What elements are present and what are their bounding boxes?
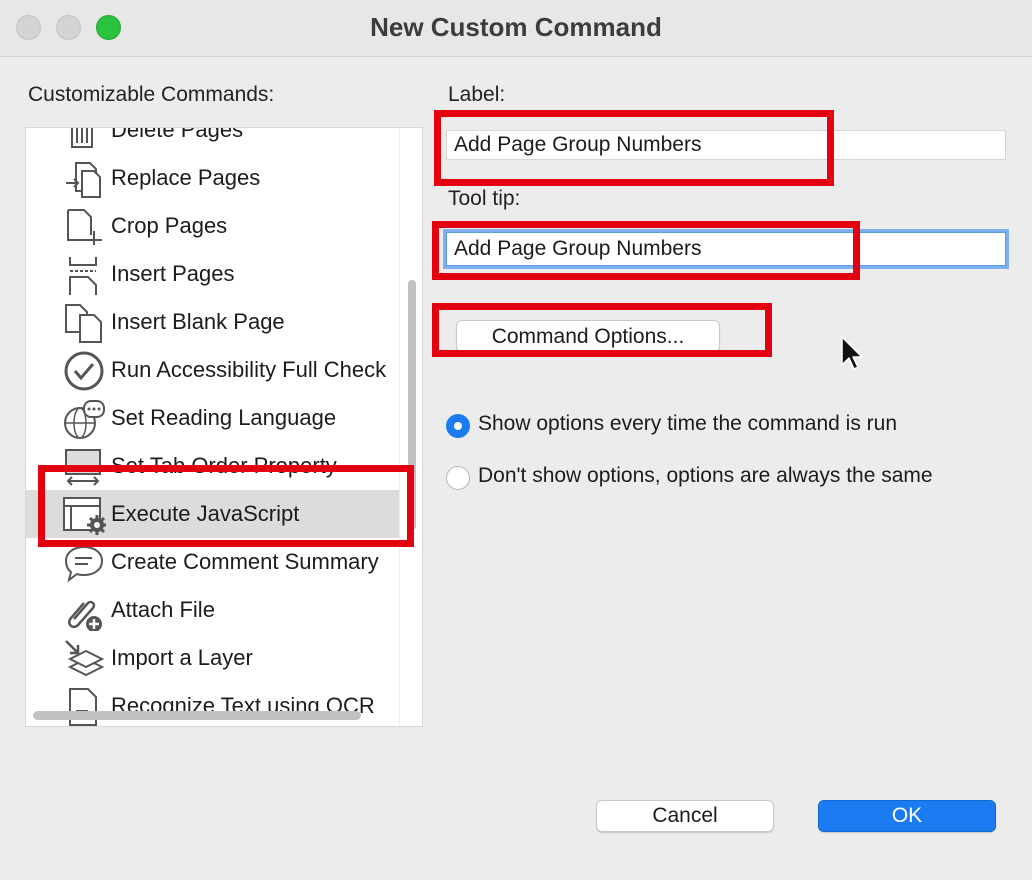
list-item-label: Insert Pages bbox=[111, 261, 235, 286]
list-item[interactable]: Create Comment Summary bbox=[26, 538, 402, 586]
label-heading: Label: bbox=[448, 83, 506, 106]
list-item-label: Replace Pages bbox=[111, 165, 261, 190]
insert-blank-page-icon bbox=[65, 304, 102, 343]
list-item-label: Import a Layer bbox=[111, 645, 253, 670]
list-item-label: Run Accessibility Full Check bbox=[111, 357, 387, 382]
vertical-scrollbar[interactable] bbox=[408, 280, 416, 530]
list-item[interactable]: Insert Blank Page bbox=[26, 298, 402, 346]
list-item[interactable]: Run Accessibility Full Check bbox=[26, 346, 402, 394]
radio-show-options-label: Show options every time the command is r… bbox=[478, 412, 898, 435]
crop-pages-icon bbox=[67, 209, 102, 245]
javascript-gear-icon bbox=[63, 497, 106, 535]
list-item[interactable]: Set Tab Order Property bbox=[26, 442, 402, 490]
insert-pages-icon bbox=[69, 257, 97, 295]
list-item-label: Insert Blank Page bbox=[111, 309, 285, 334]
list-item[interactable]: Delete Pages bbox=[26, 127, 402, 154]
command-options-button[interactable]: Command Options... bbox=[456, 320, 720, 352]
list-item-label: Execute JavaScript bbox=[111, 501, 300, 526]
commands-list[interactable]: Delete Pages Replace Pages Crop Pages Inser… bbox=[25, 127, 423, 727]
attach-file-icon bbox=[68, 600, 102, 631]
accessibility-check-icon bbox=[64, 351, 104, 391]
list-item[interactable]: Replace Pages bbox=[26, 154, 402, 202]
list-item-label: Attach File bbox=[111, 597, 215, 622]
replace-pages-icon bbox=[66, 162, 101, 198]
commands-heading: Customizable Commands: bbox=[28, 83, 275, 106]
list-item-label: Crop Pages bbox=[111, 213, 228, 238]
list-item[interactable]: Insert Pages bbox=[26, 250, 402, 298]
ocr-icon bbox=[69, 688, 97, 726]
mouse-pointer-icon bbox=[841, 336, 863, 370]
list-item[interactable]: Recognize Text using OCR bbox=[26, 682, 402, 726]
tooltip-field[interactable] bbox=[446, 232, 1006, 266]
list-item[interactable]: Crop Pages bbox=[26, 202, 402, 250]
tab-order-icon bbox=[65, 449, 101, 486]
comment-summary-icon bbox=[64, 545, 104, 583]
ok-button[interactable]: OK bbox=[818, 800, 996, 832]
list-item[interactable]: Execute JavaScript bbox=[26, 490, 402, 538]
list-item-label: Set Tab Order Property bbox=[111, 453, 337, 478]
radio-dont-show-options-control[interactable] bbox=[446, 466, 470, 490]
list-item-label: Delete Pages bbox=[111, 127, 244, 142]
list-item[interactable]: Import a Layer bbox=[26, 634, 402, 682]
horizontal-scrollbar[interactable] bbox=[33, 711, 361, 720]
radio-dont-show-options-label: Don't show options, options are always t… bbox=[478, 464, 933, 487]
list-item[interactable]: Set Reading Language bbox=[26, 394, 402, 442]
reading-language-icon bbox=[64, 400, 105, 439]
window-title: New Custom Command bbox=[370, 12, 662, 42]
delete-pages-icon bbox=[71, 128, 93, 148]
radio-show-options-control[interactable] bbox=[446, 414, 470, 438]
label-field[interactable] bbox=[446, 130, 1006, 160]
list-item-label: Create Comment Summary bbox=[111, 549, 379, 574]
import-layer-icon bbox=[65, 640, 105, 677]
list-item-label: Set Reading Language bbox=[111, 405, 337, 430]
list-item[interactable]: Attach File bbox=[26, 586, 402, 634]
cancel-button[interactable]: Cancel bbox=[596, 800, 774, 832]
tooltip-heading: Tool tip: bbox=[448, 187, 521, 210]
title-bar: New Custom Command bbox=[0, 0, 1032, 57]
